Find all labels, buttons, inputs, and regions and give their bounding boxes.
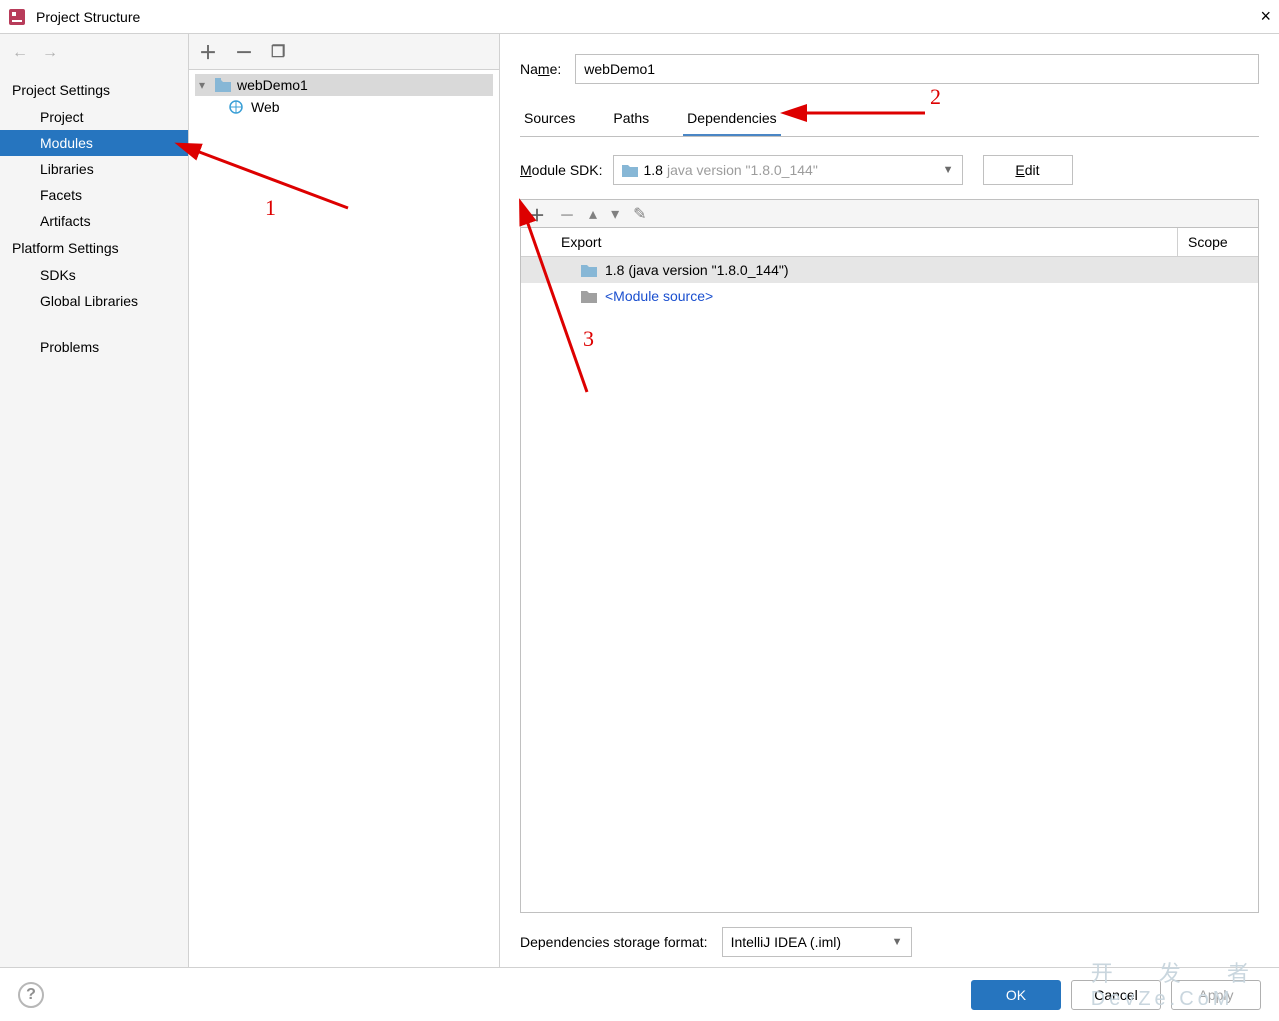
tree-root[interactable]: ▾ webDemo1 bbox=[195, 74, 493, 96]
nav-item-libraries[interactable]: Libraries bbox=[0, 156, 188, 182]
annotation-number-2: 2 bbox=[930, 84, 941, 110]
copy-icon[interactable]: ❐ bbox=[271, 42, 285, 62]
nav-item-sdks[interactable]: SDKs bbox=[0, 262, 188, 288]
name-label: Name: bbox=[520, 61, 561, 77]
nav-item-global-libraries[interactable]: Global Libraries bbox=[0, 288, 188, 314]
module-tree: ▾ webDemo1 Web bbox=[189, 70, 499, 122]
tab-dependencies[interactable]: Dependencies bbox=[683, 104, 781, 136]
annotation-number-3: 3 bbox=[583, 326, 594, 352]
dep-edit-icon[interactable]: ✎ bbox=[633, 204, 646, 224]
name-row: Name: bbox=[520, 54, 1259, 84]
dep-row-source-label: <Module source> bbox=[605, 288, 713, 304]
tree-child-label: Web bbox=[251, 99, 280, 115]
storage-combo[interactable]: IntelliJ IDEA (.iml) ▼ bbox=[722, 927, 912, 957]
nav-item-artifacts[interactable]: Artifacts bbox=[0, 208, 188, 234]
tab-paths[interactable]: Paths bbox=[609, 104, 653, 136]
back-icon[interactable]: ← bbox=[12, 44, 28, 62]
add-icon[interactable]: ＋ bbox=[199, 39, 217, 65]
nav-heading-project-settings: Project Settings bbox=[0, 76, 188, 104]
sdk-combo[interactable]: 1.8 java version "1.8.0_144" ▼ bbox=[613, 155, 963, 185]
dep-add-icon[interactable]: ＋ bbox=[529, 202, 545, 226]
app-icon bbox=[8, 8, 26, 26]
dep-remove-icon[interactable]: － bbox=[559, 202, 575, 226]
titlebar: Project Structure × bbox=[0, 0, 1279, 34]
dep-col-export: Export bbox=[521, 228, 1178, 256]
tree-root-label: webDemo1 bbox=[237, 77, 308, 93]
annotation-number-1: 1 bbox=[265, 195, 276, 221]
help-icon[interactable]: ? bbox=[18, 982, 44, 1008]
module-tree-panel: ＋ － ❐ ▾ webDemo1 Web bbox=[189, 34, 500, 967]
detail-panel: Name: Sources Paths Dependencies Module … bbox=[500, 34, 1279, 967]
main: ← → Project Settings Project Modules Lib… bbox=[0, 34, 1279, 967]
tree-child-web[interactable]: Web bbox=[195, 96, 493, 118]
sdk-label: Module SDK: bbox=[520, 162, 603, 178]
chevron-down-icon: ▼ bbox=[892, 936, 903, 948]
dep-row-jdk-label: 1.8 (java version "1.8.0_144") bbox=[605, 262, 789, 278]
sdk-value: 1.8 bbox=[644, 162, 663, 178]
nav-back-forward: ← → bbox=[0, 44, 188, 76]
edit-button[interactable]: Edit bbox=[983, 155, 1073, 185]
nav-item-problems[interactable]: Problems bbox=[0, 334, 188, 360]
jdk-folder-icon bbox=[581, 263, 597, 277]
chevron-down-icon[interactable]: ▾ bbox=[195, 78, 209, 92]
nav-item-facets[interactable]: Facets bbox=[0, 182, 188, 208]
dep-down-icon[interactable]: ▾ bbox=[611, 204, 619, 224]
dep-row-module-source[interactable]: <Module source> bbox=[521, 283, 1258, 309]
dep-table-header: Export Scope bbox=[521, 228, 1258, 257]
source-folder-icon bbox=[581, 289, 597, 303]
dep-col-scope: Scope bbox=[1178, 228, 1258, 256]
dep-up-icon[interactable]: ▴ bbox=[589, 204, 597, 224]
left-nav: ← → Project Settings Project Modules Lib… bbox=[0, 34, 189, 967]
sdk-suffix: java version "1.8.0_144" bbox=[667, 162, 818, 178]
close-icon[interactable]: × bbox=[1241, 6, 1271, 27]
name-input[interactable] bbox=[575, 54, 1259, 84]
dep-table: Export Scope 1.8 (java version "1.8.0_14… bbox=[520, 227, 1259, 913]
jdk-icon bbox=[622, 163, 638, 177]
nav-heading-platform-settings: Platform Settings bbox=[0, 234, 188, 262]
dep-row-jdk[interactable]: 1.8 (java version "1.8.0_144") bbox=[521, 257, 1258, 283]
storage-value: IntelliJ IDEA (.iml) bbox=[731, 934, 841, 950]
storage-row: Dependencies storage format: IntelliJ ID… bbox=[520, 913, 1259, 957]
module-folder-icon bbox=[215, 78, 231, 92]
tabs: Sources Paths Dependencies bbox=[520, 104, 1259, 137]
forward-icon[interactable]: → bbox=[42, 44, 58, 62]
web-icon bbox=[229, 100, 245, 114]
nav-item-modules[interactable]: Modules bbox=[0, 130, 188, 156]
dep-table-body: 1.8 (java version "1.8.0_144") <Module s… bbox=[521, 257, 1258, 912]
footer: ? OK Cancel Apply bbox=[0, 967, 1279, 1021]
ok-button[interactable]: OK bbox=[971, 980, 1061, 1010]
tab-sources[interactable]: Sources bbox=[520, 104, 579, 136]
window-title: Project Structure bbox=[36, 9, 1241, 25]
dep-toolbar: ＋ － ▴ ▾ ✎ bbox=[520, 199, 1259, 227]
remove-icon[interactable]: － bbox=[235, 39, 253, 65]
watermark: 开 发 者 DevZe.CoM bbox=[1091, 956, 1269, 1011]
chevron-down-icon: ▼ bbox=[943, 164, 954, 176]
nav-item-project[interactable]: Project bbox=[0, 104, 188, 130]
sdk-row: Module SDK: 1.8 java version "1.8.0_144"… bbox=[520, 155, 1259, 185]
tree-toolbar: ＋ － ❐ bbox=[189, 34, 499, 70]
storage-label: Dependencies storage format: bbox=[520, 934, 708, 950]
